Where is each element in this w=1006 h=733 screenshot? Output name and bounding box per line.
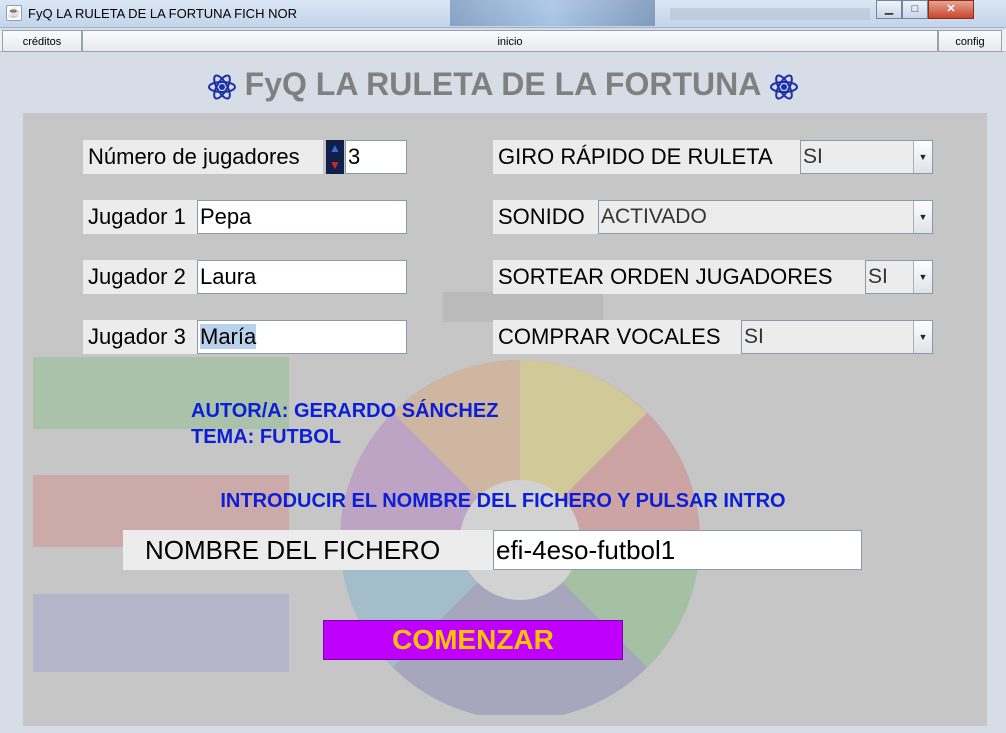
- instruction-text: INTRODUCIR EL NOMBRE DEL FICHERO Y PULSA…: [220, 490, 786, 512]
- wheel-value-box: [443, 292, 603, 322]
- fast-spin-value: SI: [803, 145, 823, 168]
- chevron-down-icon[interactable]: ▼: [913, 261, 932, 293]
- home-button[interactable]: inicio: [82, 30, 938, 52]
- credits-button[interactable]: créditos: [2, 30, 82, 52]
- chevron-down-icon[interactable]: ▼: [913, 201, 932, 233]
- file-name-input[interactable]: efi-4eso-futbol1: [493, 530, 862, 570]
- selected-text: María: [200, 324, 257, 349]
- spinner-down-icon[interactable]: ▼: [326, 157, 344, 174]
- file-name-label: NOMBRE DEL FICHERO: [123, 530, 494, 570]
- buy-vowels-value: SI: [744, 325, 764, 348]
- buy-vowels-label: COMPRAR VOCALES: [493, 320, 742, 354]
- player-2-label: Jugador 2: [83, 260, 198, 294]
- page-title: FyQ LA RULETA DE LA FORTUNA: [0, 62, 1006, 106]
- atom-icon: [207, 74, 236, 100]
- topic-text: TEMA: FUTBOL: [191, 426, 341, 448]
- author-text: AUTOR/A: GERARDO SÁNCHEZ: [191, 400, 499, 422]
- close-button[interactable]: ✕: [928, 0, 974, 19]
- background-window-peek: [670, 8, 870, 20]
- player-count-spinner[interactable]: ▲ ▼: [326, 140, 344, 174]
- sound-select[interactable]: ACTIVADO ▼: [598, 200, 933, 234]
- maximize-button[interactable]: □: [902, 0, 928, 19]
- buy-vowels-select[interactable]: SI ▼: [741, 320, 933, 354]
- atom-icon: [770, 74, 799, 100]
- config-button[interactable]: config: [938, 30, 1002, 52]
- sound-value: ACTIVADO: [601, 205, 707, 228]
- shuffle-order-value: SI: [868, 265, 888, 288]
- player-count-input[interactable]: 3: [345, 140, 407, 174]
- fast-spin-select[interactable]: SI ▼: [800, 140, 933, 174]
- java-icon[interactable]: ☕: [6, 5, 22, 21]
- fast-spin-label: GIRO RÁPIDO DE RULETA: [493, 140, 801, 174]
- chevron-down-icon[interactable]: ▼: [913, 141, 932, 173]
- player-1-label: Jugador 1: [83, 200, 198, 234]
- shuffle-order-label: SORTEAR ORDEN JUGADORES: [493, 260, 866, 294]
- heading-text: FyQ LA RULETA DE LA FORTUNA: [244, 66, 762, 102]
- player-1-input[interactable]: Pepa: [197, 200, 407, 234]
- sound-label: SONIDO: [493, 200, 599, 234]
- player-count-label: Número de jugadores: [83, 140, 323, 174]
- start-button[interactable]: COMENZAR: [323, 620, 623, 660]
- window-controls: ▁ □ ✕: [876, 0, 974, 20]
- shuffle-order-select[interactable]: SI ▼: [865, 260, 933, 294]
- minimize-button[interactable]: ▁: [876, 0, 902, 19]
- menu-bar: créditos inicio config: [0, 30, 1006, 52]
- player-3-label: Jugador 3: [83, 320, 198, 354]
- player-3-input[interactable]: María: [197, 320, 407, 354]
- player-2-input[interactable]: Laura: [197, 260, 407, 294]
- title-bar: ☕ FyQ LA RULETA DE LA FORTUNA FICH NOR ▁…: [0, 0, 1006, 28]
- window-title: FyQ LA RULETA DE LA FORTUNA FICH NOR: [28, 6, 297, 21]
- spinner-up-icon[interactable]: ▲: [326, 140, 344, 157]
- chevron-down-icon[interactable]: ▼: [913, 321, 932, 353]
- background-window-peek: [450, 0, 655, 26]
- player-score-box: [33, 594, 289, 672]
